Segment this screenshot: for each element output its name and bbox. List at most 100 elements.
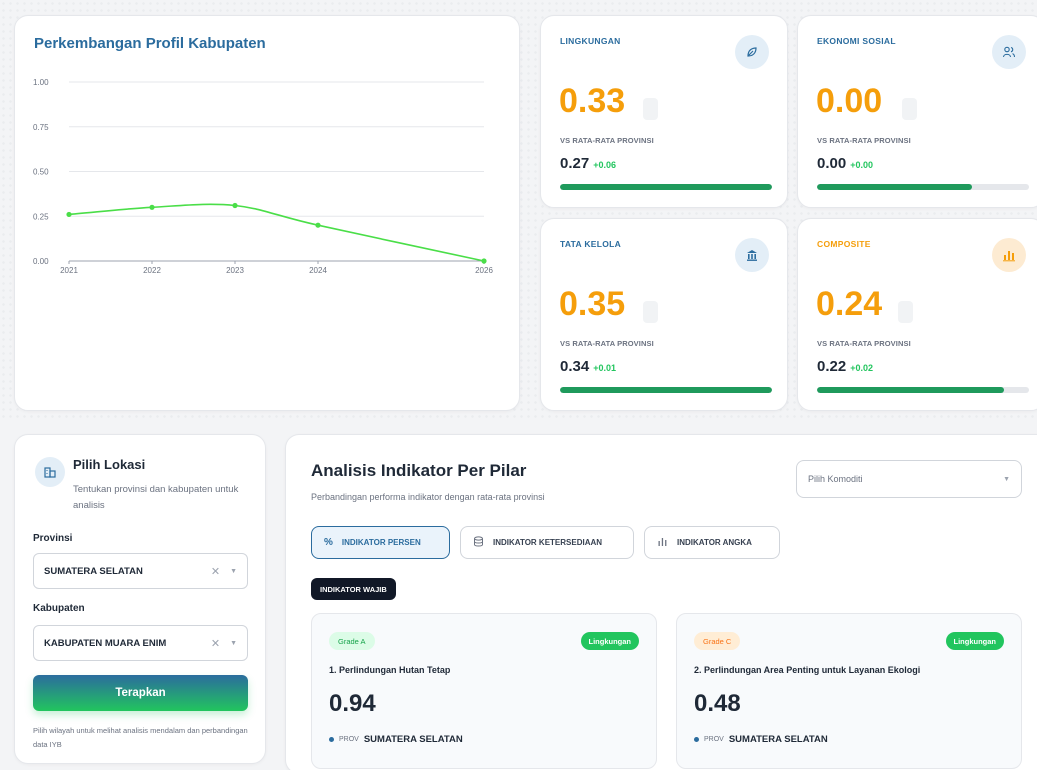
prov-name: SUMATERA SELATAN [728, 734, 828, 745]
bar-chart-icon [992, 238, 1026, 272]
indicator-card[interactable]: Grade C Lingkungan 2. Perlindungan Area … [676, 613, 1022, 769]
stat-value: 0.24 [816, 285, 883, 323]
y-tick-label: 0.50 [33, 168, 49, 177]
stat-delta: +0.06 [593, 160, 616, 170]
stat-progress-fill [560, 184, 772, 190]
indicator-name: 1. Perlindungan Hutan Tetap [329, 665, 451, 675]
stat-badge [643, 98, 658, 120]
indicator-value: 0.48 [694, 690, 741, 717]
stat-card-ekonomi-sosial: EKONOMI SOSIAL 0.00 VS RATA-RATA PROVINS… [797, 15, 1037, 208]
stat-card-composite: COMPOSITE 0.24 VS RATA-RATA PROVINSI 0.2… [797, 218, 1037, 411]
stat-badge [902, 98, 917, 120]
section-pill-indikator-wajib[interactable]: INDIKATOR WAJIB [311, 578, 396, 600]
location-title: Pilih Lokasi [73, 457, 146, 472]
stat-label: LINGKUNGAN [560, 36, 621, 46]
indicator-name: 2. Perlindungan Area Penting untuk Layan… [694, 665, 921, 675]
provinsi-label: Provinsi [33, 533, 73, 544]
stat-value: 0.33 [559, 82, 626, 120]
stat-label: TATA KELOLA [560, 239, 622, 249]
profile-chart-card: Perkembangan Profil Kabupaten 0.00 0.25 0.… [14, 15, 520, 411]
stat-progress-fill [817, 184, 972, 190]
analysis-title: Analisis Indikator Per Pilar [311, 461, 527, 480]
stat-vs-label: VS RATA-RATA PROVINSI [817, 339, 911, 348]
stat-vs-label: VS RATA-RATA PROVINSI [817, 136, 911, 145]
stat-prov-value: 0.34 +0.01 [560, 358, 616, 375]
prov-label: PROV [339, 736, 359, 743]
kabupaten-select[interactable]: KABUPATEN MUARA ENIM ✕ ▼ [33, 625, 248, 661]
indicator-card[interactable]: Grade A Lingkungan 1. Perlindungan Hutan… [311, 613, 657, 769]
stat-delta: +0.00 [850, 160, 873, 170]
komoditi-select[interactable]: Pilih Komoditi ▼ [796, 460, 1022, 498]
chevron-down-icon[interactable]: ▼ [230, 568, 237, 575]
y-tick-label: 1.00 [33, 78, 49, 87]
tab-label: INDIKATOR PERSEN [341, 538, 421, 547]
y-tick-label: 0.25 [33, 212, 49, 221]
indicator-value: 0.94 [329, 690, 376, 717]
location-note: Pilih wilayah untuk melihat analisis men… [33, 726, 248, 749]
pillar-tag: Lingkungan [945, 632, 1004, 650]
indicator-prov-line: PROV SUMATERA SELATAN [329, 734, 463, 745]
kabupaten-value: KABUPATEN MUARA ENIM [44, 637, 167, 649]
stat-progress-bar [817, 184, 1029, 190]
location-card: Pilih Lokasi Tentukan provinsi dan kabup… [14, 434, 266, 764]
stat-card-tata-kelola: TATA KELOLA 0.35 VS RATA-RATA PROVINSI 0… [540, 218, 788, 411]
prov-name: SUMATERA SELATAN [363, 734, 463, 745]
stat-label: COMPOSITE [817, 239, 871, 249]
dot-icon [694, 737, 699, 742]
stat-badge [898, 301, 913, 323]
indicator-prov-line: PROV SUMATERA SELATAN [694, 734, 828, 745]
stat-delta: +0.01 [593, 363, 616, 373]
stat-value: 0.00 [816, 82, 883, 120]
clear-icon[interactable]: ✕ [211, 565, 220, 578]
x-tick-label: 2021 [60, 266, 78, 275]
prov-label: PROV [704, 736, 724, 743]
chevron-down-icon[interactable]: ▼ [230, 640, 237, 647]
analysis-subtitle: Perbandingan performa indikator dengan r… [311, 492, 545, 502]
clear-icon[interactable]: ✕ [211, 637, 220, 650]
users-icon [992, 35, 1026, 69]
stat-label: EKONOMI SOSIAL [817, 36, 896, 46]
data-point [232, 202, 238, 209]
pillar-tag: Lingkungan [580, 632, 639, 650]
analysis-card: Analisis Indikator Per Pilar Perbandinga… [285, 434, 1037, 770]
kabupaten-label: Kabupaten [33, 603, 85, 614]
tab-label: INDIKATOR KETERSEDIAAN [493, 538, 603, 547]
y-tick-label: 0.75 [33, 123, 49, 132]
dot-icon [329, 737, 334, 742]
stat-progress-bar [560, 184, 772, 190]
stat-value: 0.35 [559, 285, 626, 323]
database-icon [473, 535, 484, 550]
line-chart: 0.00 0.25 0.50 0.75 1.00 2021 2022 2023 2024 2026 [33, 78, 493, 275]
tab-label: INDIKATOR ANGKA [677, 538, 752, 547]
stat-delta: +0.02 [850, 363, 873, 373]
data-point [149, 204, 155, 210]
stat-progress-fill [560, 387, 772, 393]
data-point [481, 258, 487, 264]
percent-icon: % [324, 537, 333, 548]
tab-indikator-angka[interactable]: INDIKATOR ANGKA [644, 526, 780, 559]
x-tick-label: 2026 [475, 266, 493, 275]
y-tick-label: 0.00 [33, 257, 49, 266]
prov-average: 0.27 [560, 155, 590, 172]
apply-button[interactable]: Terapkan [33, 675, 248, 711]
stat-vs-label: VS RATA-RATA PROVINSI [560, 339, 654, 348]
stat-prov-value: 0.22 +0.02 [817, 358, 873, 375]
building-icon [735, 238, 769, 272]
grade-badge: Grade C [694, 632, 741, 650]
building-icon [35, 457, 65, 487]
chevron-down-icon[interactable]: ▼ [1003, 476, 1010, 483]
data-point [315, 222, 321, 228]
x-tick-label: 2022 [143, 266, 161, 275]
location-subtitle: Tentukan provinsi dan kabupaten untuk an… [73, 484, 239, 511]
x-tick-label: 2024 [309, 266, 327, 275]
stat-vs-label: VS RATA-RATA PROVINSI [560, 136, 654, 145]
tab-indikator-persen[interactable]: % INDIKATOR PERSEN [311, 526, 450, 559]
stat-progress-fill [817, 387, 1004, 393]
grade-badge: Grade A [329, 632, 375, 650]
komoditi-placeholder: Pilih Komoditi [808, 474, 863, 484]
provinsi-select[interactable]: SUMATERA SELATAN ✕ ▼ [33, 553, 248, 589]
tab-indikator-ketersediaan[interactable]: INDIKATOR KETERSEDIAAN [460, 526, 634, 559]
bar-chart-icon [657, 536, 668, 550]
stat-progress-bar [817, 387, 1029, 393]
prov-average: 0.22 [817, 358, 847, 375]
